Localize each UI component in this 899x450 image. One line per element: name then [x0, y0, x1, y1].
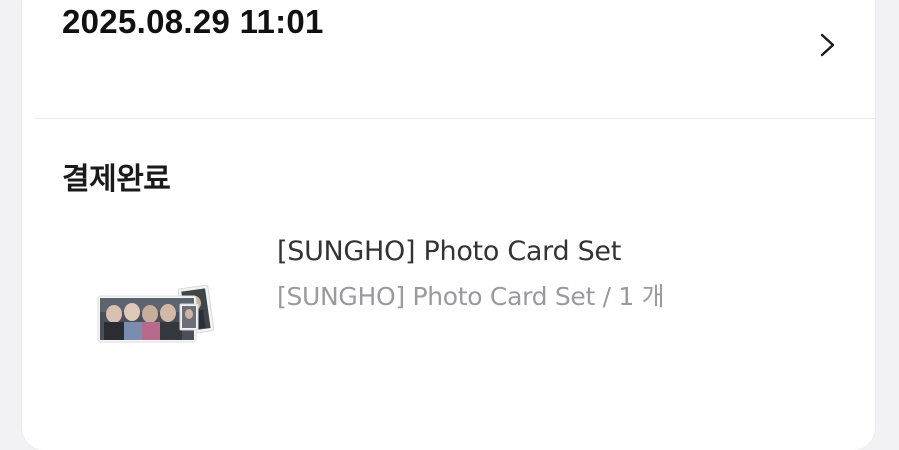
- order-card: 2025.08.29 11:01 결제완료 [SUNGHO] Photo Car: [22, 0, 875, 450]
- divider: [34, 118, 875, 119]
- chevron-right-icon[interactable]: [816, 30, 840, 60]
- order-datetime: 2025.08.29 11:01: [62, 3, 324, 40]
- order-header[interactable]: 2025.08.29 11:01: [22, 0, 875, 118]
- item-option: [SUNGHO] Photo Card Set / 1 개: [277, 282, 665, 311]
- product-thumbnail[interactable]: [88, 270, 238, 360]
- item-name[interactable]: [SUNGHO] Photo Card Set: [277, 234, 621, 270]
- payment-status: 결제완료: [62, 162, 171, 197]
